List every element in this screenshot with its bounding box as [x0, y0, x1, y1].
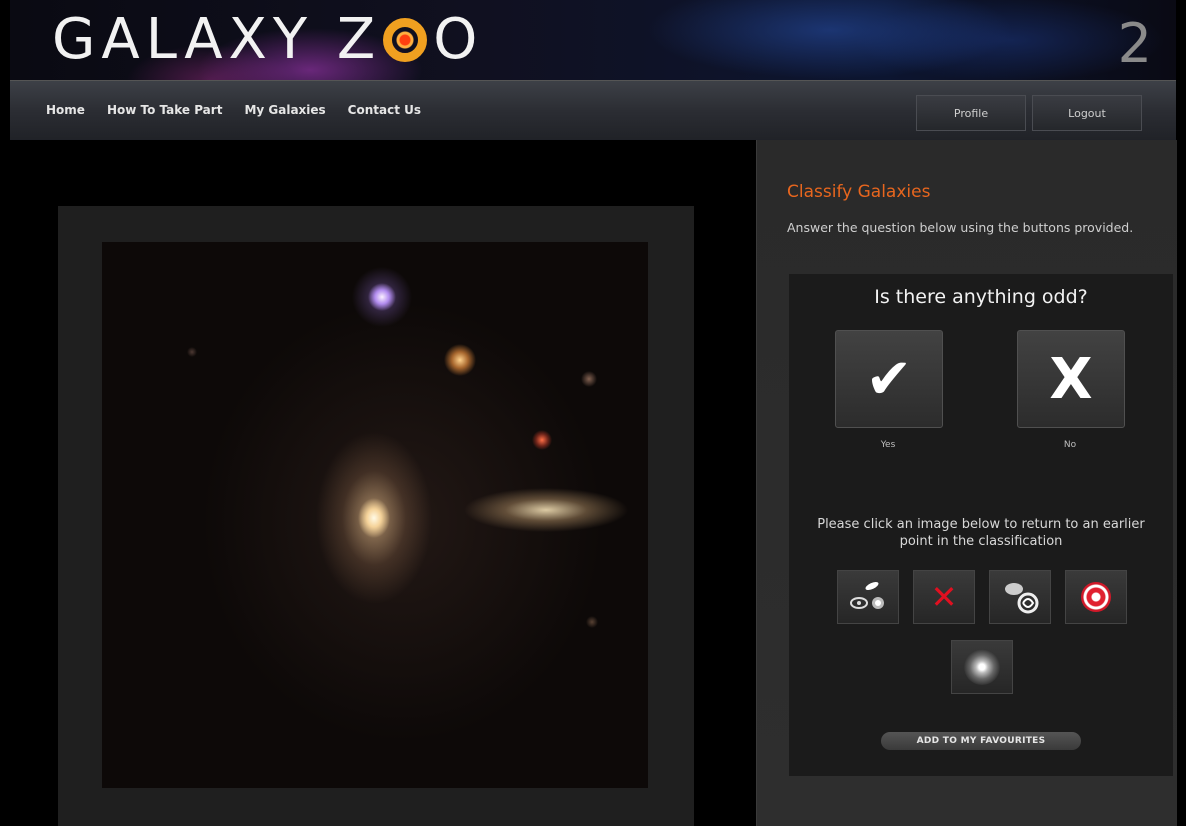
logout-button[interactable]: Logout: [1032, 95, 1142, 131]
spiral-arms-icon[interactable]: [1065, 570, 1127, 624]
site-header: GALAXY ZO 2: [10, 0, 1176, 80]
spiral-galaxy-icon[interactable]: [951, 640, 1013, 694]
nav-bar: Home How To Take Part My Galaxies Contac…: [10, 80, 1176, 141]
checkmark-icon: ✔: [865, 346, 913, 412]
smooth-galaxy-glyph: [850, 581, 884, 609]
logo-ring-icon: [383, 18, 428, 62]
nav-link-how-to-take-part[interactable]: How To Take Part: [107, 103, 223, 117]
add-to-favourites-button[interactable]: ADD TO MY FAVOURITES: [881, 732, 1081, 750]
question-text: Is there anything odd?: [874, 286, 1088, 308]
bar-spiral-glyph: [1005, 583, 1039, 614]
yes-label: Yes: [880, 440, 896, 450]
image-panel: [10, 140, 756, 826]
no-button[interactable]: X: [1017, 330, 1125, 428]
spiral-galaxy-glyph: [964, 649, 1000, 685]
x-icon: X: [1049, 346, 1093, 412]
red-x-icon: ✕: [930, 578, 958, 616]
nav-link-contact-us[interactable]: Contact Us: [348, 103, 421, 117]
smooth-galaxy-icon[interactable]: [837, 570, 899, 624]
panel-description: Answer the question below using the butt…: [787, 220, 1134, 235]
galaxy-zoo-logo[interactable]: GALAXY ZO: [52, 10, 483, 70]
history-instructions: Please click an image below to return to…: [817, 517, 1145, 549]
profile-button[interactable]: Profile: [916, 95, 1026, 131]
nav-links: Home How To Take Part My Galaxies Contac…: [46, 103, 421, 117]
not-edge-on-icon[interactable]: ✕: [913, 570, 975, 624]
question-box: Is there anything odd? ✔ Yes X No Please…: [789, 274, 1173, 776]
version-number: 2: [1117, 12, 1152, 75]
no-label: No: [1063, 440, 1077, 450]
nav-link-my-galaxies[interactable]: My Galaxies: [244, 103, 325, 117]
classify-panel: Classify Galaxies Answer the question be…: [756, 140, 1177, 826]
no-bar-spiral-icon[interactable]: [989, 570, 1051, 624]
panel-title: Classify Galaxies: [787, 182, 931, 202]
red-spiral-glyph: [1081, 582, 1111, 612]
image-frame: [58, 206, 694, 826]
yes-button[interactable]: ✔: [835, 330, 943, 428]
nav-link-home[interactable]: Home: [46, 103, 85, 117]
galaxy-image: [102, 242, 648, 788]
